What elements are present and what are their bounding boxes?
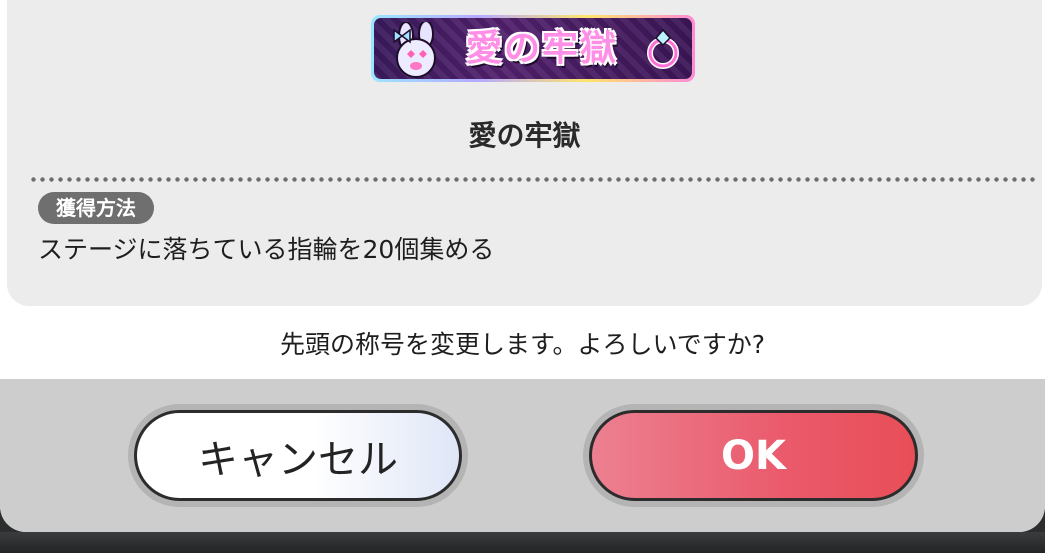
acquisition-method-tag: 獲得方法 [38, 192, 154, 224]
dotted-divider [29, 177, 1035, 182]
title-name: 愛の牢獄 [468, 119, 581, 152]
acquisition-method-text: ステージに落ちている指輪を20個集める [38, 235, 495, 264]
background-strip [0, 532, 1045, 553]
ring-icon [647, 28, 679, 69]
title-badge: 愛の牢獄 [371, 15, 695, 82]
ok-button-frame: OK [583, 404, 924, 507]
bunny-icon [393, 22, 436, 78]
cancel-button-frame: キャンセル [128, 404, 468, 507]
title-badge-text: 愛の牢獄 [466, 28, 619, 69]
confirm-question: 先頭の称号を変更します。よろしいですか? [279, 330, 766, 359]
ok-button[interactable]: OK [589, 410, 918, 501]
confirm-dialog: 愛の牢獄 愛の牢獄 獲得方法 ステージに落ちている指輪を20個集める 先頭の称号… [0, 0, 1045, 532]
title-badge-plate: 愛の牢獄 [374, 18, 692, 79]
title-info-panel: 愛の牢獄 愛の牢獄 獲得方法 ステージに落ちている指輪を20個集める [7, 0, 1042, 306]
cancel-button[interactable]: キャンセル [134, 410, 462, 501]
